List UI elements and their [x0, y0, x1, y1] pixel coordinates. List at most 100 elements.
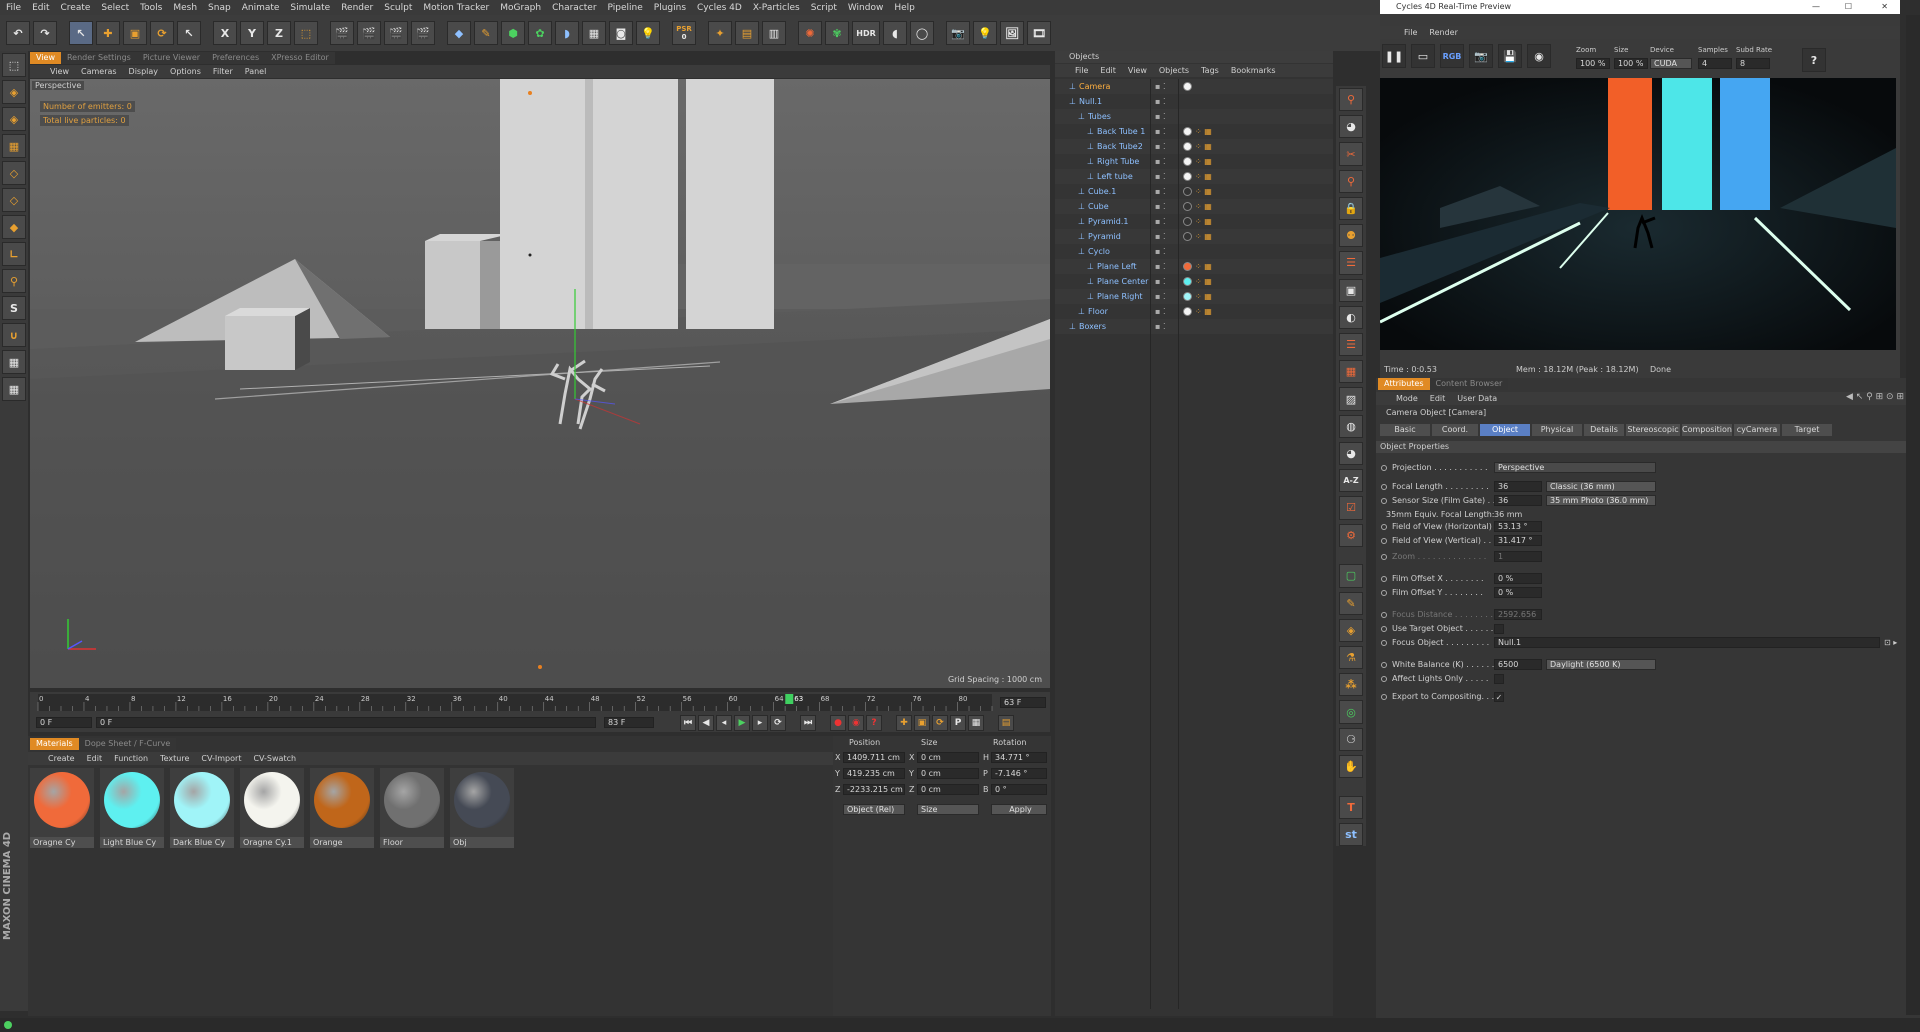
- record-icon[interactable]: ●: [830, 715, 846, 731]
- object-row[interactable]: ⊥ Right Tube ▪ ⁚ ⁘ ▦: [1055, 154, 1333, 169]
- position-field[interactable]: 419.235 cm: [843, 768, 905, 779]
- region-icon[interactable]: ◉: [1527, 44, 1551, 68]
- menu-item[interactable]: Tools: [140, 3, 162, 13]
- texture-tag-icon[interactable]: ⁘ ▦: [1195, 184, 1212, 199]
- material-tag-icon[interactable]: [1183, 232, 1192, 241]
- size-mode-dropdown[interactable]: Size: [917, 804, 979, 815]
- keyframe-selection-icon[interactable]: ?: [866, 715, 882, 731]
- subtab[interactable]: Basic: [1380, 424, 1430, 436]
- st-icon[interactable]: st: [1339, 822, 1363, 847]
- material-tag-icon[interactable]: [1183, 172, 1192, 181]
- menu-item[interactable]: Cameras: [81, 67, 117, 76]
- xparticles-system-icon[interactable]: ▥: [762, 21, 786, 45]
- min-frame-field[interactable]: 0 F: [96, 717, 596, 728]
- visibility-icon[interactable]: ▪ ⁚: [1155, 109, 1166, 124]
- menu-item[interactable]: CV-Import: [201, 754, 241, 763]
- menu-item[interactable]: Help: [894, 3, 915, 13]
- menu-item[interactable]: Filter: [213, 67, 233, 76]
- attribute-checkbox[interactable]: ✓: [1494, 692, 1504, 702]
- object-row[interactable]: ⊥ Cube ▪ ⁚ ⁘ ▦: [1055, 199, 1333, 214]
- pause-icon[interactable]: ❚❚: [1382, 44, 1406, 68]
- object-row[interactable]: ⊥ Pyramid ▪ ⁚ ⁘ ▦: [1055, 229, 1333, 244]
- texture-tag-icon[interactable]: ⁘ ▦: [1195, 259, 1212, 274]
- menu-item[interactable]: User Data: [1457, 394, 1497, 403]
- menu-item[interactable]: Bookmarks: [1231, 66, 1276, 75]
- visibility-icon[interactable]: ▪ ⁚: [1155, 139, 1166, 154]
- menu-item[interactable]: Window: [848, 3, 884, 13]
- menu-item[interactable]: Edit: [1100, 66, 1116, 75]
- menu-item[interactable]: View: [1128, 66, 1147, 75]
- previous-key-icon[interactable]: ◀: [698, 715, 714, 731]
- subtab[interactable]: Details: [1584, 424, 1624, 436]
- attribute-number-field[interactable]: 2592.656: [1494, 609, 1542, 620]
- maximize-icon[interactable]: ☐: [1845, 0, 1852, 14]
- display-icon[interactable]: ▭: [1411, 44, 1435, 68]
- xp-emitter-icon[interactable]: ⁂: [1339, 673, 1363, 697]
- visibility-icon[interactable]: ▪ ⁚: [1155, 214, 1166, 229]
- subtab[interactable]: Stereoscopic: [1626, 424, 1680, 436]
- key-scale-icon[interactable]: ▣: [914, 715, 930, 731]
- menu-item[interactable]: Render: [1429, 28, 1457, 37]
- attribute-number-field[interactable]: 0 %: [1494, 573, 1542, 584]
- xparticles-cache-icon[interactable]: ▤: [735, 21, 759, 45]
- key-rotation-icon[interactable]: ⟳: [932, 715, 948, 731]
- cycles-search-icon[interactable]: ⚲: [1339, 169, 1363, 193]
- animation-dot-icon[interactable]: [1381, 612, 1387, 618]
- texture-tag-icon[interactable]: ⁘ ▦: [1195, 154, 1212, 169]
- rotation-field[interactable]: 0 °: [991, 784, 1047, 795]
- tab[interactable]: Attributes: [1378, 378, 1430, 390]
- menu-item[interactable]: Character: [552, 3, 596, 13]
- rotation-field[interactable]: -7.146 °: [991, 768, 1047, 779]
- animation-dot-icon[interactable]: [1381, 676, 1387, 682]
- animation-dot-icon[interactable]: [1381, 626, 1387, 632]
- object-name[interactable]: Plane Center: [1097, 274, 1148, 289]
- object-row[interactable]: ⊥ Plane Center ▪ ⁚ ⁘ ▦: [1055, 274, 1333, 289]
- cycles-circle-icon[interactable]: ◍: [1339, 414, 1363, 438]
- scale-icon[interactable]: ▣: [123, 21, 147, 45]
- cycles-picture-icon[interactable]: 🖼: [1000, 21, 1024, 45]
- menu-item[interactable]: Options: [170, 67, 201, 76]
- cycles-grid-icon[interactable]: ▦: [1339, 360, 1363, 384]
- menu-item[interactable]: Script: [811, 3, 837, 13]
- playhead[interactable]: [785, 694, 794, 704]
- menu-item[interactable]: Edit: [32, 3, 49, 13]
- attribute-checkbox[interactable]: [1494, 624, 1504, 634]
- texture-mode-icon[interactable]: ◈: [2, 107, 26, 131]
- cycles-shader-icon[interactable]: ◐: [1339, 305, 1363, 329]
- material-tag-icon[interactable]: [1183, 262, 1192, 271]
- object-name[interactable]: Left tube: [1097, 169, 1133, 184]
- material-tag-icon[interactable]: [1183, 142, 1192, 151]
- key-parameter-icon[interactable]: P: [950, 715, 966, 731]
- make-editable-icon[interactable]: ⬚: [2, 53, 26, 77]
- text-tool-icon[interactable]: T: [1339, 795, 1363, 819]
- menu-item[interactable]: Pipeline: [608, 3, 643, 13]
- texture-tag-icon[interactable]: ⁘ ▦: [1195, 289, 1212, 304]
- menu-item[interactable]: Texture: [160, 754, 189, 763]
- visibility-icon[interactable]: ▪ ⁚: [1155, 259, 1166, 274]
- menu-item[interactable]: Select: [101, 3, 129, 13]
- object-row[interactable]: ⊥ Left tube ▪ ⁚ ⁘ ▦: [1055, 169, 1333, 184]
- animation-dot-icon[interactable]: [1381, 484, 1387, 490]
- animation-dot-icon[interactable]: [1381, 524, 1387, 530]
- object-name[interactable]: Cube.1: [1088, 184, 1116, 199]
- subtab[interactable]: cyCamera: [1734, 424, 1780, 436]
- cube-icon[interactable]: ◆: [447, 21, 471, 45]
- object-row[interactable]: ⊥ Plane Left ▪ ⁚ ⁘ ▦: [1055, 259, 1333, 274]
- menu-item[interactable]: Mode: [1396, 394, 1418, 403]
- undo-icon[interactable]: ↶: [6, 21, 30, 45]
- xp-hand-icon[interactable]: ✋: [1339, 754, 1363, 779]
- menu-item[interactable]: X-Particles: [753, 3, 800, 13]
- tab[interactable]: Materials: [30, 738, 79, 750]
- animation-dot-icon[interactable]: [1381, 465, 1387, 471]
- menu-item[interactable]: Create: [61, 3, 91, 13]
- cycles-node-icon[interactable]: ⚉: [1339, 224, 1363, 248]
- visibility-icon[interactable]: ▪ ⁚: [1155, 229, 1166, 244]
- object-row[interactable]: ⊥ Plane Right ▪ ⁚ ⁘ ▦: [1055, 289, 1333, 304]
- play-icon[interactable]: ▶: [734, 715, 750, 731]
- cycles-object-icon[interactable]: ✺: [798, 21, 822, 45]
- object-row[interactable]: ⊥ Null.1 ▪ ⁚: [1055, 94, 1333, 109]
- subtab[interactable]: Composition: [1682, 424, 1732, 436]
- magnet-icon[interactable]: ∪: [2, 323, 26, 347]
- cycles-list-icon[interactable]: ☰: [1339, 332, 1363, 357]
- live-selection-icon[interactable]: ↖: [69, 21, 93, 45]
